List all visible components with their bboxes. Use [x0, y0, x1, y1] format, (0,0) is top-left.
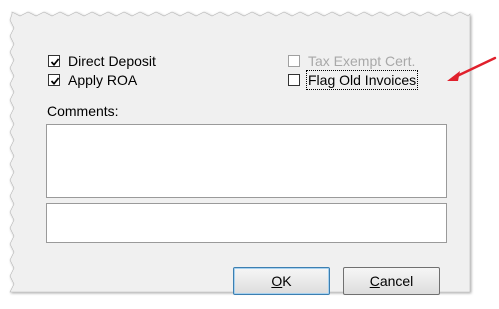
comments-label: Comments:	[47, 103, 119, 119]
direct-deposit-check-box[interactable]	[48, 55, 60, 67]
checkmark-icon	[50, 58, 60, 66]
flag-old-invoices-label: Flag Old Invoices	[305, 70, 419, 90]
cancel-button[interactable]: Cancel	[343, 267, 440, 295]
direct-deposit-label: Direct Deposit	[68, 53, 156, 69]
ok-label-rest: K	[282, 273, 292, 289]
apply-roa-check-box[interactable]	[48, 74, 60, 86]
cancel-label-rest: ancel	[379, 273, 414, 289]
ok-button[interactable]: OK	[233, 267, 330, 295]
comments-second-field[interactable]	[46, 203, 447, 243]
comments-textarea[interactable]	[46, 124, 447, 198]
checkmark-icon	[50, 77, 60, 85]
tax-exempt-cert-check-box	[288, 55, 300, 67]
flag-old-invoices-checkbox[interactable]: Flag Old Invoices	[288, 70, 419, 90]
flag-old-invoices-check-box[interactable]	[288, 74, 300, 86]
tax-exempt-cert-checkbox: Tax Exempt Cert.	[288, 52, 415, 70]
ok-mnemonic: O	[271, 273, 283, 289]
apply-roa-checkbox[interactable]: Apply ROA	[48, 71, 137, 89]
direct-deposit-checkbox[interactable]: Direct Deposit	[48, 52, 156, 70]
apply-roa-label: Apply ROA	[68, 72, 138, 88]
annotation-arrow-icon	[447, 56, 497, 81]
tax-exempt-cert-label: Tax Exempt Cert.	[308, 53, 416, 69]
cancel-mnemonic: C	[369, 273, 380, 289]
